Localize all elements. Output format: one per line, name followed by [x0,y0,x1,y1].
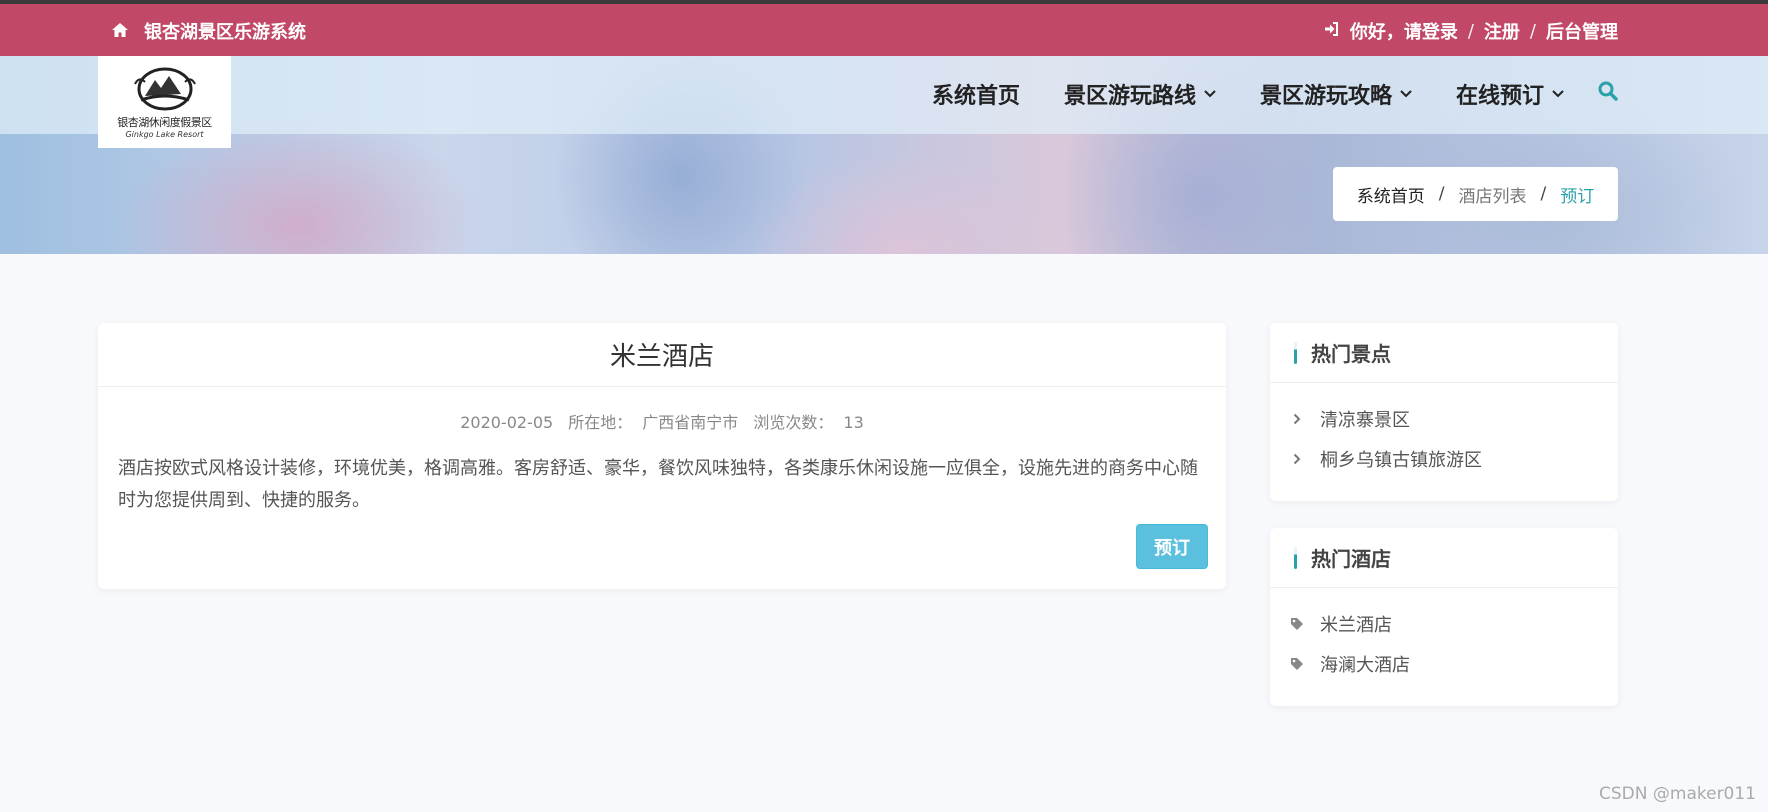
nav-item-booking[interactable]: 在线预订 [1456,78,1564,110]
attraction-label: 清凉寨景区 [1320,410,1410,431]
site-brand[interactable]: 银杏湖景区乐游系统 [112,18,306,44]
top-bar: 银杏湖景区乐游系统 你好，请登录 / 注册 / 后台管理 [0,0,1768,56]
breadcrumb-separator: / [1540,184,1547,204]
widget-title: 热门景点 [1311,342,1391,366]
logo-text: 银杏湖休闲度假景区 [117,115,212,129]
hotel-title: 米兰酒店 [98,323,1226,387]
header-accent-bar [1294,341,1297,364]
search-icon[interactable] [1598,81,1618,107]
views-label: 浏览次数： [753,413,834,432]
attraction-label: 桐乡乌镇古镇旅游区 [1320,450,1482,471]
nav-label: 在线预订 [1455,84,1544,109]
site-logo[interactable]: 银杏湖休闲度假景区 Ginkgo Lake Resort [98,56,231,148]
hotel-label: 米兰酒店 [1320,615,1392,636]
separator: / [1467,20,1474,42]
hotel-views: 浏览次数： 13 [753,413,863,432]
nav-label: 景区游玩攻略 [1259,84,1392,109]
header-accent-bar [1294,546,1297,569]
hotel-detail-card: 米兰酒店 2020-02-05 所在地： 广西省南宁市 浏览次数： 13 酒店按欧式… [98,323,1226,589]
hotel-description: 酒店按欧式风格设计装修，环境优美，格调高雅。客房舒适、豪华，餐饮风味独特，各类康… [118,458,1198,511]
hotel-label: 海澜大酒店 [1320,655,1410,676]
watermark: CSDN @maker011 [1599,784,1756,804]
hot-attractions-widget: 热门景点 清凉寨景区 桐乡乌镇古镇旅游区 [1270,323,1618,501]
home-icon [112,21,128,42]
tag-icon [1290,657,1304,671]
widget-title: 热门酒店 [1311,547,1391,571]
admin-link[interactable]: 后台管理 [1546,18,1618,44]
hot-hotels-widget: 热门酒店 米兰酒店 海澜大酒店 [1270,528,1618,706]
auth-links: 你好，请登录 / 注册 / 后台管理 [1324,18,1618,44]
hotel-location: 所在地： 广西省南宁市 [568,413,738,432]
site-title: 银杏湖景区乐游系统 [144,22,306,43]
widget-header: 热门酒店 [1270,528,1618,588]
main-nav: 系统首页 景区游玩路线 景区游玩攻略 在线预订 [932,78,1618,110]
chevron-right-icon [1290,413,1304,425]
list-item[interactable]: 清凉寨景区 [1290,399,1618,439]
breadcrumb-hotel-list[interactable]: 酒店列表 [1459,182,1527,207]
chevron-down-icon [1204,90,1216,98]
location-value: 广西省南宁市 [642,413,739,432]
logo-emblem-icon [133,67,196,110]
list-item[interactable]: 米兰酒店 [1290,604,1618,644]
logo-subtext: Ginkgo Lake Resort [125,129,204,139]
breadcrumb-current: 预订 [1560,186,1595,207]
list-item[interactable]: 桐乡乌镇古镇旅游区 [1290,439,1618,479]
breadcrumb: 系统首页 / 酒店列表 / 预订 [1333,167,1618,221]
nav-label: 系统首页 [931,84,1020,109]
book-button[interactable]: 预订 [1136,524,1208,569]
hotel-list: 米兰酒店 海澜大酒店 [1270,588,1618,696]
attraction-list: 清凉寨景区 桐乡乌镇古镇旅游区 [1270,383,1618,491]
chevron-down-icon [1552,90,1564,98]
nav-item-routes[interactable]: 景区游玩路线 [1064,78,1216,110]
hotel-date: 2020-02-05 [460,413,554,432]
views-count: 13 [843,413,864,432]
chevron-down-icon [1400,90,1412,98]
widget-header: 热门景点 [1270,323,1618,383]
register-link[interactable]: 注册 [1484,18,1520,44]
location-label: 所在地： [568,413,633,432]
nav-item-guides[interactable]: 景区游玩攻略 [1260,78,1412,110]
breadcrumb-separator: / [1438,184,1445,204]
breadcrumb-home[interactable]: 系统首页 [1357,182,1425,207]
login-link[interactable]: 你好，请登录 [1350,18,1458,44]
nav-item-home[interactable]: 系统首页 [932,78,1020,110]
chevron-right-icon [1290,453,1304,465]
nav-label: 景区游玩路线 [1063,84,1196,109]
sign-in-icon [1324,21,1340,42]
hotel-meta: 2020-02-05 所在地： 广西省南宁市 浏览次数： 13 [98,409,1226,433]
separator: / [1529,20,1536,42]
hero-banner: 银杏湖休闲度假景区 Ginkgo Lake Resort 系统首页 景区游玩路线… [0,56,1768,254]
list-item[interactable]: 海澜大酒店 [1290,644,1618,684]
tag-icon [1290,617,1304,631]
